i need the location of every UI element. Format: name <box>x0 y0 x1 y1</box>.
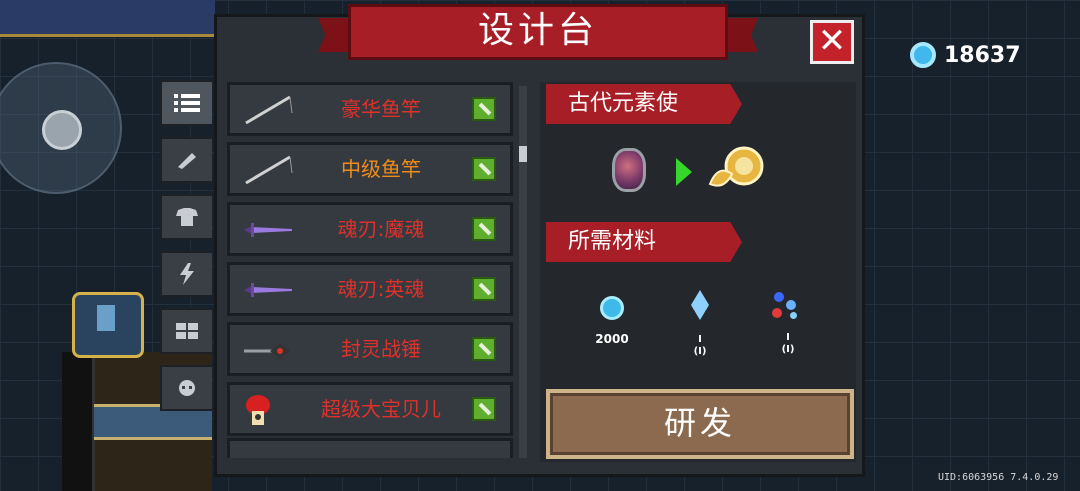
list-item[interactable]: 豪华鱼竿 <box>227 82 513 136</box>
uid-version: UID:6063956 7.4.0.29 <box>938 472 1059 483</box>
list-scrollbar[interactable] <box>519 86 527 458</box>
craft-hammer-icon[interactable] <box>472 397 496 421</box>
tab-skills[interactable] <box>160 251 212 297</box>
map-edge <box>0 0 215 37</box>
tab-blueprints[interactable] <box>160 308 212 354</box>
category-tabs <box>160 80 214 422</box>
scrollbar-thumb[interactable] <box>519 146 527 162</box>
material-gems: 2000 <box>594 296 630 346</box>
close-button[interactable]: ✕ <box>810 20 854 64</box>
list-item-label: 封灵战锤 <box>341 337 421 361</box>
arrow-right-icon <box>676 158 692 186</box>
item-name-banner: 古代元素使 <box>546 84 742 124</box>
joystick-knob[interactable] <box>42 110 82 150</box>
craft-hammer-icon[interactable] <box>472 217 496 241</box>
tab-all[interactable] <box>160 80 212 126</box>
design-table-pedestal <box>72 292 144 358</box>
sword-icon <box>240 273 296 307</box>
blueprint-list: 豪华鱼竿中级鱼竿魂刃:魔魂魂刃:英魂封灵战锤超级大宝贝儿 <box>227 82 517 454</box>
room-wall <box>62 352 95 491</box>
craft-hammer-icon[interactable] <box>472 337 496 361</box>
craft-hammer-icon[interactable] <box>472 157 496 181</box>
shards-icon <box>770 290 806 322</box>
skill-icon <box>180 263 194 285</box>
material-amount: I (I) <box>693 334 707 357</box>
material-crystal: I (I) <box>682 290 718 358</box>
gem-icon <box>910 42 936 68</box>
sword-icon <box>240 213 296 247</box>
blueprint-icon <box>176 323 198 339</box>
pet-egg-icon <box>612 148 646 192</box>
list-item-label: 豪华鱼竿 <box>341 97 421 121</box>
hammer-weapon-icon <box>240 333 296 367</box>
title-banner: 设计台 <box>318 4 758 64</box>
tab-weapons[interactable] <box>160 137 212 183</box>
list-item[interactable]: 魂刃:英魂 <box>227 262 513 316</box>
armor-icon <box>176 208 198 226</box>
craft-hammer-icon[interactable] <box>472 277 496 301</box>
gem-icon <box>600 296 624 320</box>
list-icon <box>174 94 200 112</box>
currency-display: 18637 <box>910 42 1021 68</box>
fishing-rod-icon <box>240 93 296 127</box>
crystal-icon <box>691 290 709 320</box>
list-item[interactable]: 魂刃:魔魂 <box>227 202 513 256</box>
page-title: 设计台 <box>477 10 598 51</box>
tab-armor[interactable] <box>160 194 212 240</box>
tab-pets[interactable] <box>160 365 212 411</box>
list-item-label: 魂刃:魔魂 <box>337 217 425 241</box>
list-item-partial[interactable] <box>227 438 513 458</box>
mushroom-icon <box>240 393 296 427</box>
currency-amount: 18637 <box>944 42 1021 68</box>
craft-hammer-icon[interactable] <box>472 97 496 121</box>
materials-banner: 所需材料 <box>546 222 742 262</box>
material-shards: I (I) <box>768 290 808 356</box>
list-item[interactable]: 中级鱼竿 <box>227 142 513 196</box>
material-amount: I (I) <box>781 332 795 355</box>
elemental-pet-icon <box>708 146 764 187</box>
list-item[interactable]: 超级大宝贝儿 <box>227 382 513 436</box>
pet-icon <box>179 380 195 396</box>
material-amount: 2000 <box>595 332 629 346</box>
list-item-label: 中级鱼竿 <box>341 157 421 181</box>
weapon-icon <box>178 153 196 169</box>
fishing-rod-icon <box>240 153 296 187</box>
list-item-label: 超级大宝贝儿 <box>321 397 441 421</box>
develop-button[interactable]: 研发 <box>546 389 854 459</box>
list-item-label: 魂刃:英魂 <box>337 277 425 301</box>
pedestal-crystal <box>97 305 115 331</box>
list-item[interactable]: 封灵战锤 <box>227 322 513 376</box>
